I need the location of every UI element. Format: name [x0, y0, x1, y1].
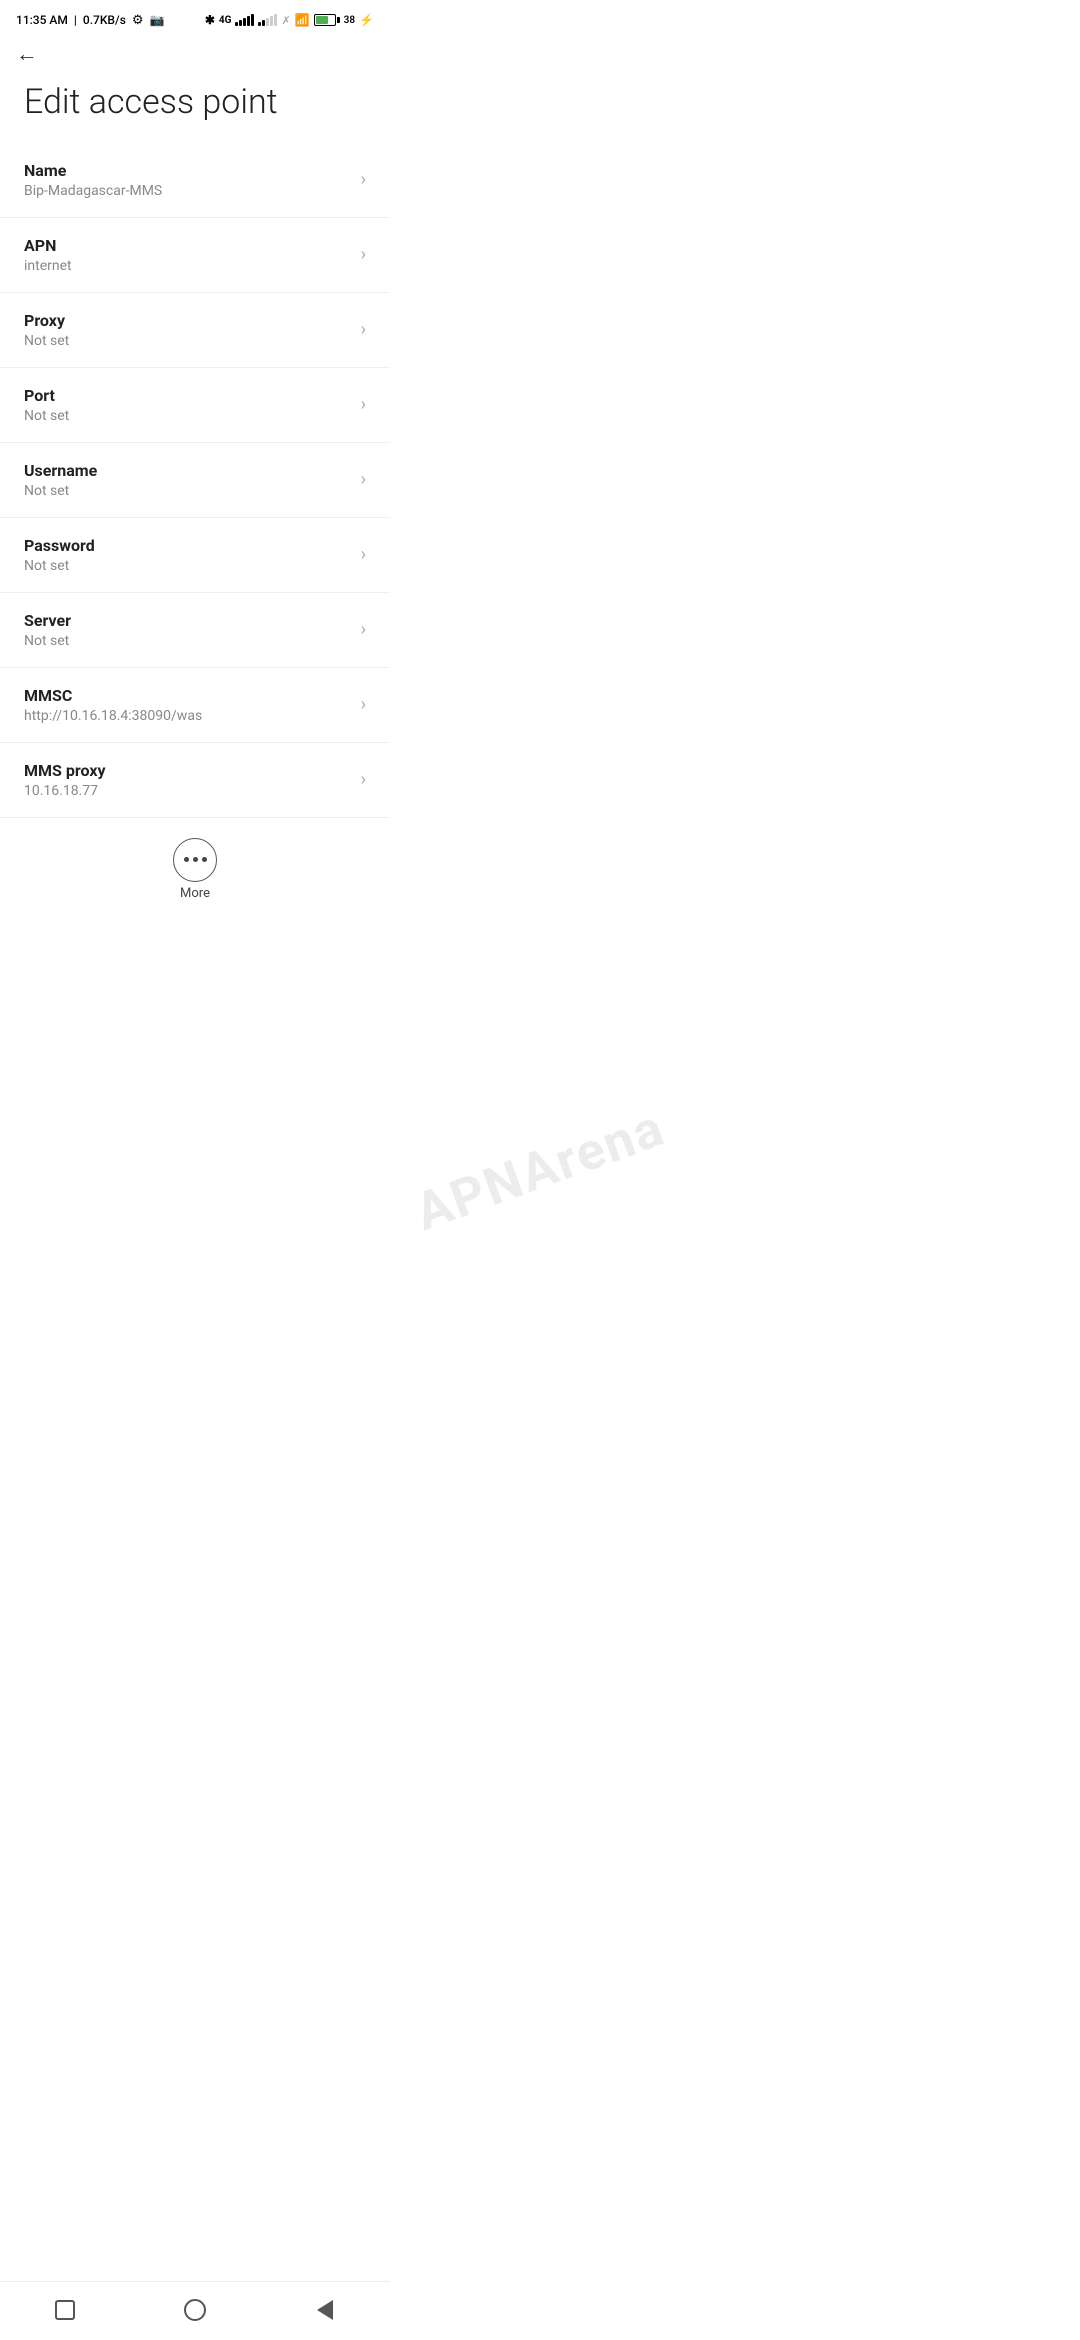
status-bar: 11:35 AM | 0.7KB/s ⚙ 📷 ✱ 4G ✗ 📶 — [0, 0, 390, 36]
settings-item-content: MMSC http://10.16.18.4:38090/was — [24, 686, 353, 724]
more-section: More — [0, 818, 390, 917]
settings-list: Name Bip-Madagascar-MMS › APN internet ›… — [0, 143, 390, 997]
settings-item-content: Name Bip-Madagascar-MMS — [24, 161, 353, 199]
signal-bars-primary — [235, 14, 254, 26]
settings-icon: ⚙ — [132, 13, 144, 28]
settings-item-value: Not set — [24, 408, 353, 424]
settings-item-apn[interactable]: APN internet › — [0, 218, 390, 293]
dot-3 — [202, 857, 207, 862]
settings-item-value: Not set — [24, 333, 353, 349]
settings-item-label: Server — [24, 611, 353, 630]
settings-item-content: Server Not set — [24, 611, 353, 649]
nav-recents-button[interactable] — [41, 2292, 89, 2328]
settings-item-value: http://10.16.18.4:38090/was — [24, 708, 353, 724]
dot-2 — [193, 857, 198, 862]
chevron-right-icon: › — [361, 321, 366, 339]
settings-container: Name Bip-Madagascar-MMS › APN internet ›… — [0, 143, 390, 818]
settings-item-port[interactable]: Port Not set › — [0, 368, 390, 443]
chevron-right-icon: › — [361, 171, 366, 189]
back-icon — [317, 2300, 333, 2320]
settings-item-value: Not set — [24, 633, 353, 649]
chevron-right-icon: › — [361, 471, 366, 489]
settings-item-server[interactable]: Server Not set › — [0, 593, 390, 668]
settings-item-label: Name — [24, 161, 353, 180]
settings-item-mmsc[interactable]: MMSC http://10.16.18.4:38090/was › — [0, 668, 390, 743]
dot-1 — [184, 857, 189, 862]
home-icon — [184, 2299, 206, 2321]
chevron-right-icon: › — [361, 396, 366, 414]
settings-item-label: MMS proxy — [24, 761, 353, 780]
more-button[interactable]: More — [173, 838, 217, 901]
settings-item-label: Port — [24, 386, 353, 405]
chevron-right-icon: › — [361, 696, 366, 714]
settings-item-label: APN — [24, 236, 353, 255]
settings-item-content: Username Not set — [24, 461, 353, 499]
settings-item-label: Password — [24, 536, 353, 555]
settings-item-content: MMS proxy 10.16.18.77 — [24, 761, 353, 799]
chevron-right-icon: › — [361, 246, 366, 264]
wifi-icon: 📶 — [295, 13, 310, 27]
status-right: ✱ 4G ✗ 📶 38 ⚡ — [205, 13, 374, 27]
status-left: 11:35 AM | 0.7KB/s ⚙ 📷 — [16, 13, 164, 28]
settings-item-proxy[interactable]: Proxy Not set › — [0, 293, 390, 368]
no-signal-icon: ✗ — [281, 14, 290, 27]
recents-icon — [55, 2300, 75, 2320]
settings-item-username[interactable]: Username Not set › — [0, 443, 390, 518]
nav-back-button[interactable] — [301, 2292, 349, 2328]
chevron-right-icon: › — [361, 621, 366, 639]
settings-item-mms-proxy[interactable]: MMS proxy 10.16.18.77 › — [0, 743, 390, 818]
settings-item-content: Port Not set — [24, 386, 353, 424]
toolbar: ← — [0, 36, 390, 74]
settings-item-value: Not set — [24, 483, 353, 499]
page-title: Edit access point — [0, 74, 390, 143]
camera-icon: 📷 — [150, 13, 165, 27]
settings-item-content: Password Not set — [24, 536, 353, 574]
settings-item-label: Proxy — [24, 311, 353, 330]
nav-home-button[interactable] — [171, 2292, 219, 2328]
more-circle-icon — [173, 838, 217, 882]
signal-bars-secondary — [258, 14, 277, 26]
time-display: 11:35 AM — [16, 13, 68, 27]
settings-item-label: Username — [24, 461, 353, 480]
chevron-right-icon: › — [361, 771, 366, 789]
network-speed: 0.7KB/s — [83, 13, 126, 27]
settings-item-value: 10.16.18.77 — [24, 783, 353, 799]
settings-item-content: Proxy Not set — [24, 311, 353, 349]
more-dots-icon — [184, 857, 207, 862]
watermark: APNArena — [407, 1097, 672, 1243]
navigation-bar — [0, 2281, 390, 2340]
bluetooth-icon: ✱ — [205, 13, 215, 27]
settings-item-value: Bip-Madagascar-MMS — [24, 183, 353, 199]
settings-item-value: Not set — [24, 558, 353, 574]
settings-item-value: internet — [24, 258, 353, 274]
network-4g-icon: 4G — [219, 15, 232, 26]
more-label: More — [180, 886, 210, 901]
settings-item-content: APN internet — [24, 236, 353, 274]
separator: | — [74, 13, 77, 27]
settings-item-name[interactable]: Name Bip-Madagascar-MMS › — [0, 143, 390, 218]
charging-icon: ⚡ — [359, 13, 374, 27]
settings-item-password[interactable]: Password Not set › — [0, 518, 390, 593]
chevron-right-icon: › — [361, 546, 366, 564]
battery-indicator — [314, 14, 340, 26]
back-button[interactable]: ← — [16, 44, 38, 66]
battery-level: 38 — [344, 15, 355, 26]
settings-item-label: MMSC — [24, 686, 353, 705]
